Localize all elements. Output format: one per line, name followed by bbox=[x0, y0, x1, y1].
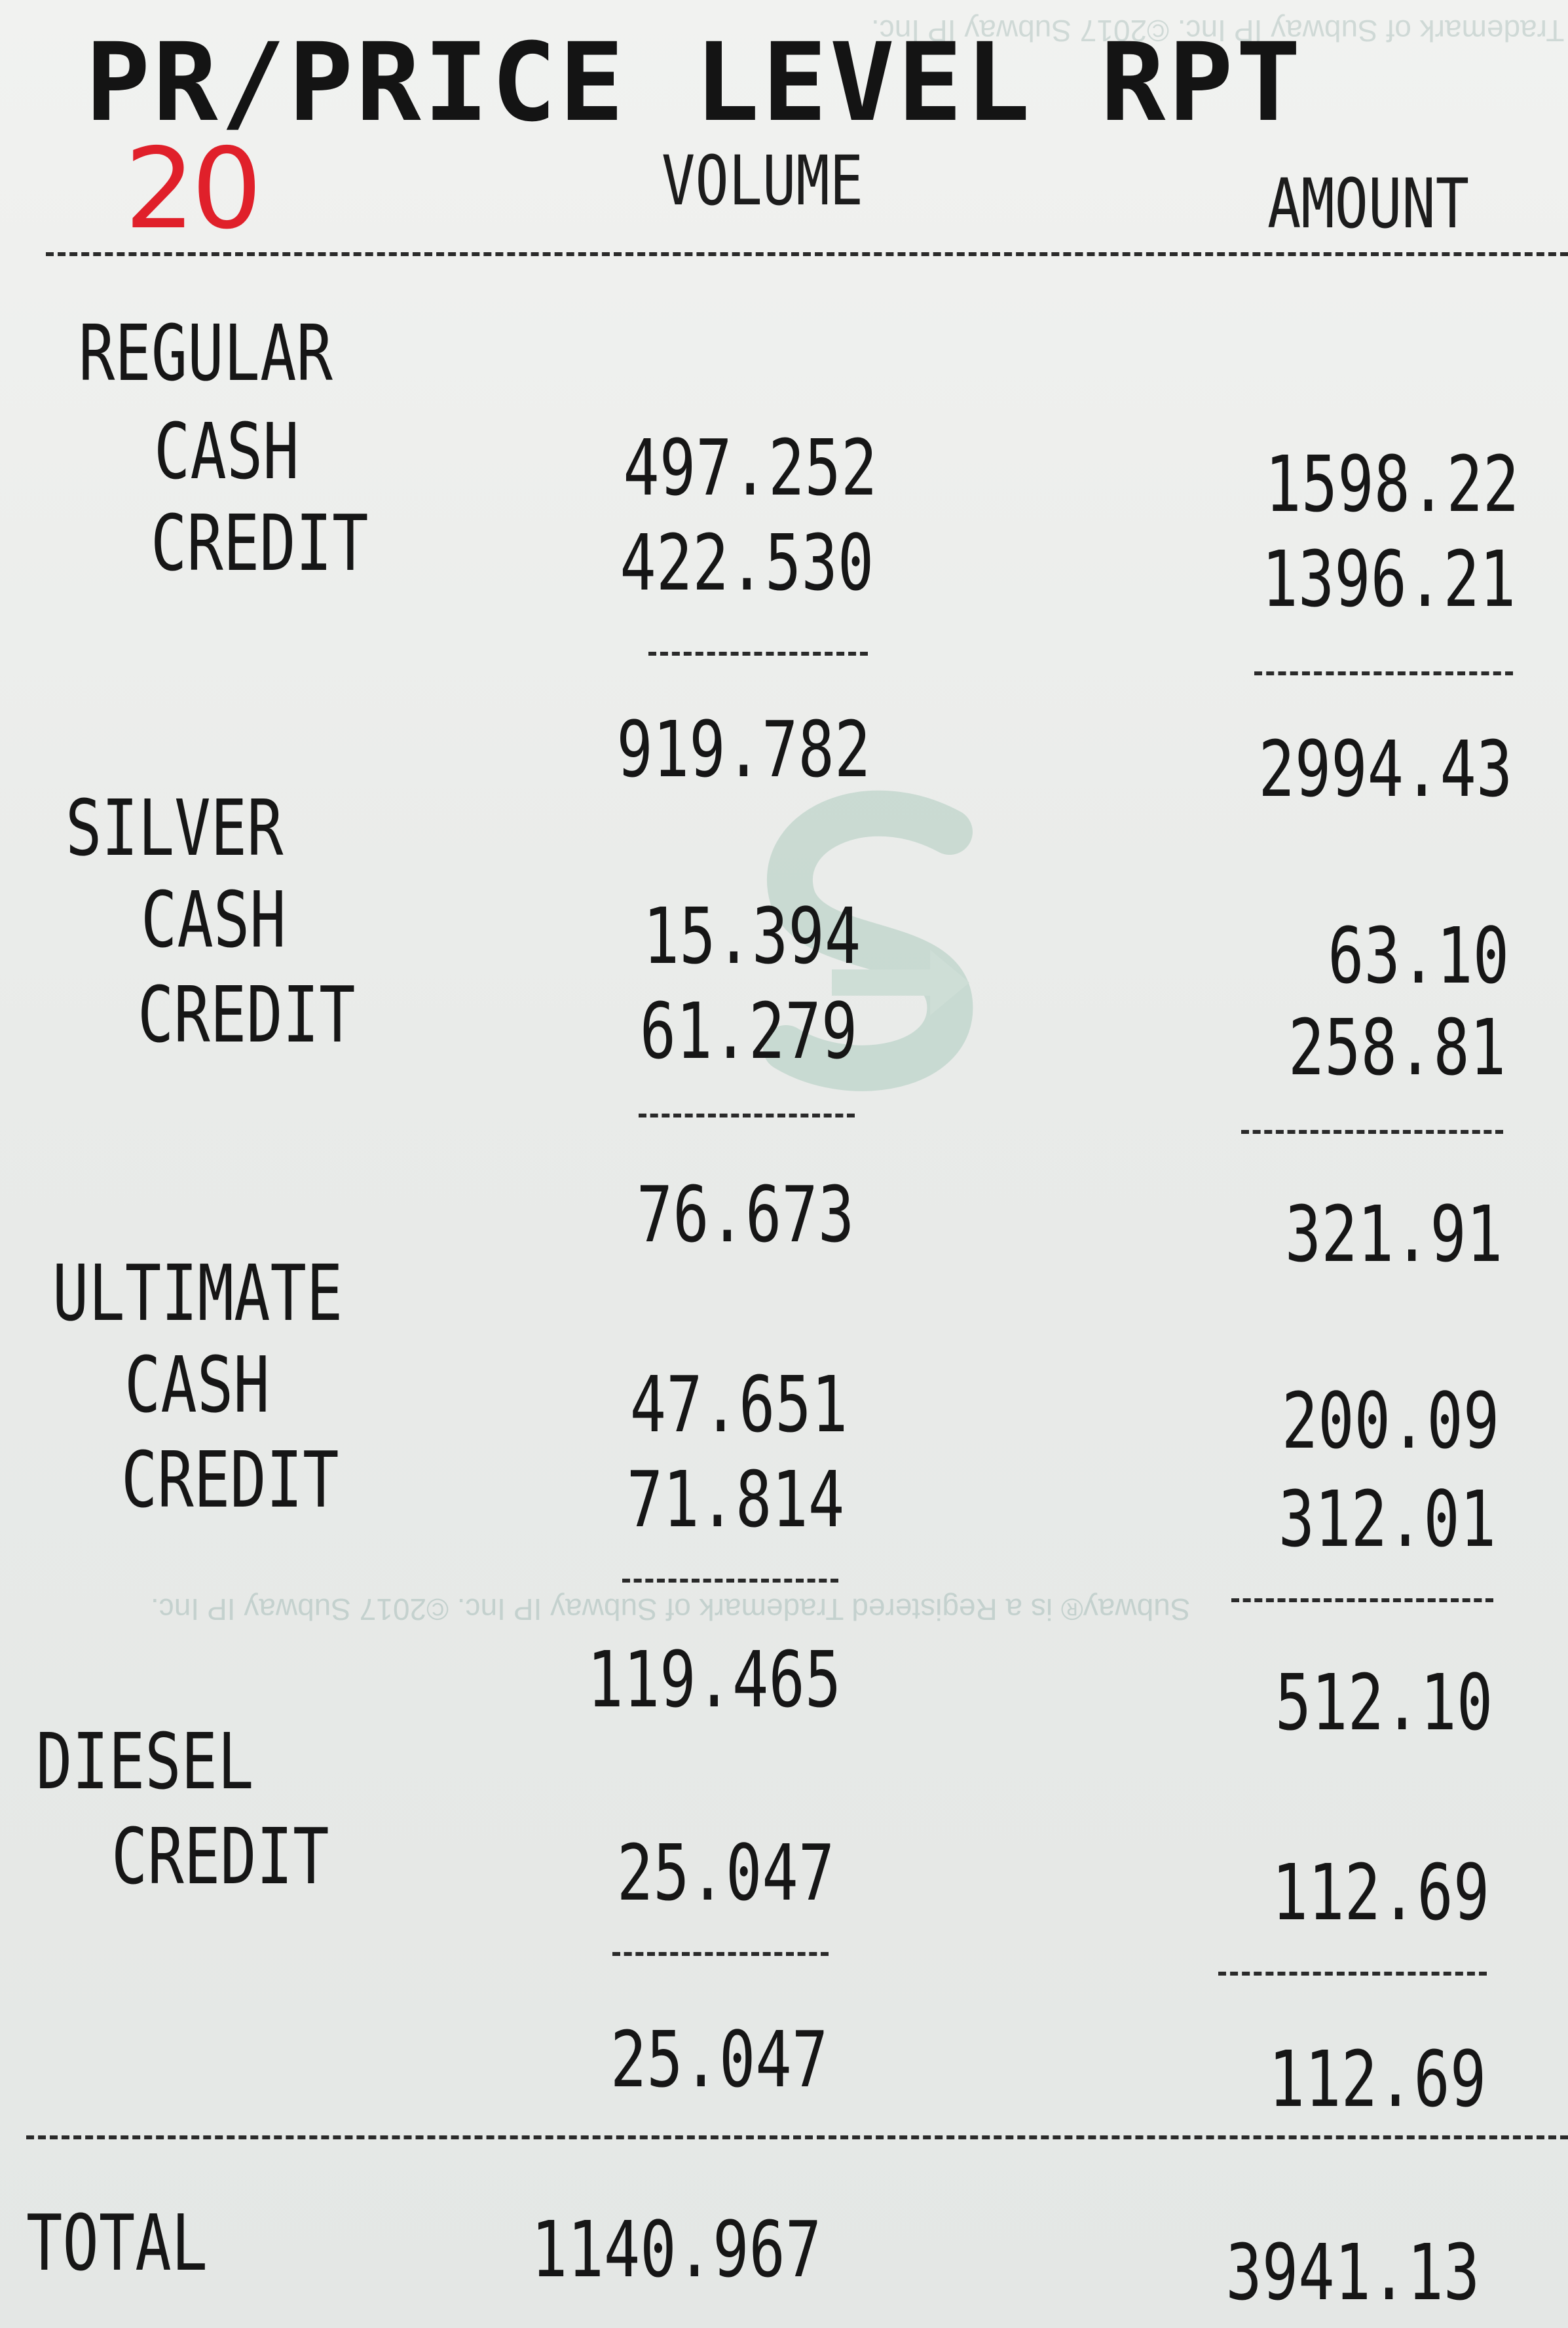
row-amount: 200.09 bbox=[1281, 1376, 1499, 1466]
total-amount: 3941.13 bbox=[1225, 2227, 1480, 2318]
header-divider bbox=[46, 252, 1568, 256]
subtotal-volume: 119.465 bbox=[587, 1634, 841, 1725]
watermark-text-middle: Subway® is a Registered Trademark of Sub… bbox=[151, 1592, 1191, 1626]
row-volume: 15.394 bbox=[643, 891, 861, 981]
subtotal-divider bbox=[612, 1952, 829, 1956]
subtotal-divider bbox=[1231, 1598, 1493, 1602]
group-name-regular: REGULAR bbox=[79, 308, 333, 398]
row-label: CASH bbox=[154, 406, 299, 497]
subtotal-divider bbox=[622, 1579, 838, 1583]
row-amount: 112.69 bbox=[1271, 1847, 1489, 1938]
subtotal-amount: 512.10 bbox=[1275, 1657, 1493, 1748]
subtotal-volume: 25.047 bbox=[610, 2014, 828, 2105]
row-volume: 497.252 bbox=[623, 422, 877, 513]
row-volume: 61.279 bbox=[639, 986, 857, 1076]
handwritten-note: 20 bbox=[124, 124, 262, 254]
row-label: CREDIT bbox=[151, 498, 369, 588]
group-name-ultimate: ULTIMATE bbox=[52, 1248, 343, 1338]
row-label: CREDIT bbox=[111, 1811, 329, 1902]
subtotal-amount: 112.69 bbox=[1268, 2034, 1486, 2124]
subtotal-divider bbox=[1241, 1130, 1503, 1134]
total-divider bbox=[26, 2135, 1568, 2139]
row-label: CREDIT bbox=[138, 969, 356, 1060]
row-label: CASH bbox=[124, 1340, 270, 1430]
row-amount: 63.10 bbox=[1327, 911, 1509, 1001]
row-amount: 312.01 bbox=[1278, 1474, 1496, 1564]
subtotal-amount: 321.91 bbox=[1284, 1189, 1503, 1279]
group-name-diesel: DIESEL bbox=[36, 1716, 254, 1807]
row-volume: 71.814 bbox=[626, 1454, 844, 1545]
subtotal-divider bbox=[639, 1114, 855, 1117]
column-header-volume: VOLUME bbox=[662, 141, 864, 221]
row-volume: 25.047 bbox=[616, 1828, 834, 1918]
subtotal-volume: 919.782 bbox=[616, 704, 870, 795]
row-volume: 422.530 bbox=[620, 517, 874, 608]
column-header-amount: AMOUNT bbox=[1267, 164, 1470, 244]
row-label: CASH bbox=[141, 874, 286, 965]
subtotal-amount: 2994.43 bbox=[1258, 724, 1512, 814]
row-label: CREDIT bbox=[121, 1435, 339, 1525]
group-name-silver: SILVER bbox=[65, 783, 284, 873]
subtotal-divider bbox=[1218, 1972, 1487, 1976]
subtotal-divider bbox=[1254, 671, 1513, 675]
total-volume: 1140.967 bbox=[531, 2204, 821, 2295]
row-amount: 1598.22 bbox=[1265, 439, 1519, 529]
row-volume: 47.651 bbox=[629, 1359, 848, 1450]
row-amount: 1396.21 bbox=[1261, 534, 1516, 624]
receipt-paper: Subway® is a Registered Trademark of Sub… bbox=[0, 0, 1568, 2328]
row-amount: 258.81 bbox=[1288, 1002, 1506, 1093]
report-title: PR/PRICE LEVEL RPT bbox=[85, 20, 1304, 145]
subtotal-divider bbox=[648, 652, 868, 656]
subtotal-volume: 76.673 bbox=[636, 1169, 854, 1260]
total-label: TOTAL bbox=[26, 2198, 208, 2288]
